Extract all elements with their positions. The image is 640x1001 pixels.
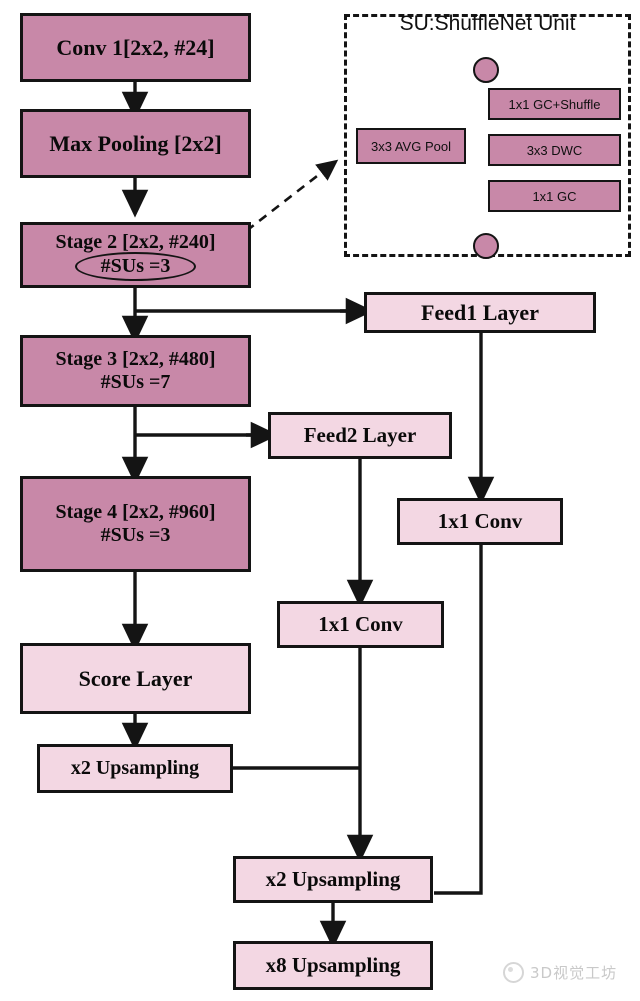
- node-stage3-sublabel: #SUs =7: [100, 371, 171, 393]
- su-node-gc[interactable]: 1x1 GC: [488, 180, 621, 212]
- su-node-dwc-label: 3x3 DWC: [526, 142, 583, 158]
- node-x2-upsampling-left[interactable]: x2 Upsampling: [37, 744, 233, 793]
- node-1x1-conv-mid[interactable]: 1x1 Conv: [277, 601, 444, 648]
- node-stage4-label: Stage 4 [2x2, #960]: [55, 500, 216, 523]
- node-feed2-layer[interactable]: Feed2 Layer: [268, 412, 452, 459]
- su-node-avg-pool[interactable]: 3x3 AVG Pool: [356, 128, 466, 164]
- node-feed1-layer-label: Feed1 Layer: [421, 299, 539, 325]
- node-score-layer[interactable]: Score Layer: [20, 643, 251, 714]
- node-score-layer-label: Score Layer: [78, 665, 193, 691]
- node-feed2-layer-label: Feed2 Layer: [303, 423, 417, 448]
- node-1x1-conv-right[interactable]: 1x1 Conv: [397, 498, 563, 545]
- su-node-avg-pool-label: 3x3 AVG Pool: [371, 138, 451, 154]
- node-stage3[interactable]: Stage 3 [2x2, #480] #SUs =7: [20, 335, 251, 407]
- su-node-dwc[interactable]: 3x3 DWC: [488, 134, 621, 166]
- node-stage2-label: Stage 2 [2x2, #240]: [55, 230, 216, 253]
- node-stage2[interactable]: Stage 2 [2x2, #240] #SUs =3: [20, 222, 251, 288]
- node-stage4-sublabel: #SUs =3: [100, 524, 171, 546]
- su-node-gc-shuffle[interactable]: 1x1 GC+Shuffle: [488, 88, 621, 120]
- node-conv1[interactable]: Conv 1[2x2, #24]: [20, 13, 251, 82]
- node-x8-upsampling-label: x8 Upsampling: [265, 953, 401, 978]
- node-max-pooling-label: Max Pooling [2x2]: [49, 130, 222, 156]
- node-stage2-su-ellipse: #SUs =3: [74, 252, 197, 282]
- node-1x1-conv-mid-label: 1x1 Conv: [318, 612, 403, 637]
- node-x2-upsampling-mid[interactable]: x2 Upsampling: [233, 856, 433, 903]
- shufflenet-merge-node: [473, 233, 499, 259]
- node-conv1-label: Conv 1[2x2, #24]: [56, 34, 215, 60]
- node-x8-upsampling[interactable]: x8 Upsampling: [233, 941, 433, 990]
- node-1x1-conv-right-label: 1x1 Conv: [437, 509, 523, 534]
- su-node-gc-shuffle-label: 1x1 GC+Shuffle: [508, 96, 601, 112]
- circle-logo-icon: [503, 962, 524, 983]
- shufflenet-split-node: [473, 57, 499, 83]
- node-stage2-sublabel: #SUs =3: [100, 255, 171, 277]
- node-x2-upsampling-left-label: x2 Upsampling: [70, 756, 200, 779]
- watermark-text: 3D视觉工坊: [530, 964, 618, 982]
- shufflenet-unit-title: SU:ShuffleNet Unit: [399, 12, 576, 35]
- watermark: 3D视觉工坊: [503, 962, 617, 983]
- node-x2-upsampling-mid-label: x2 Upsampling: [265, 867, 401, 892]
- su-node-gc-label: 1x1 GC: [532, 188, 577, 204]
- node-stage3-label: Stage 3 [2x2, #480]: [55, 347, 216, 370]
- node-feed1-layer[interactable]: Feed1 Layer: [364, 292, 596, 333]
- node-stage4[interactable]: Stage 4 [2x2, #960] #SUs =3: [20, 476, 251, 572]
- node-max-pooling[interactable]: Max Pooling [2x2]: [20, 109, 251, 178]
